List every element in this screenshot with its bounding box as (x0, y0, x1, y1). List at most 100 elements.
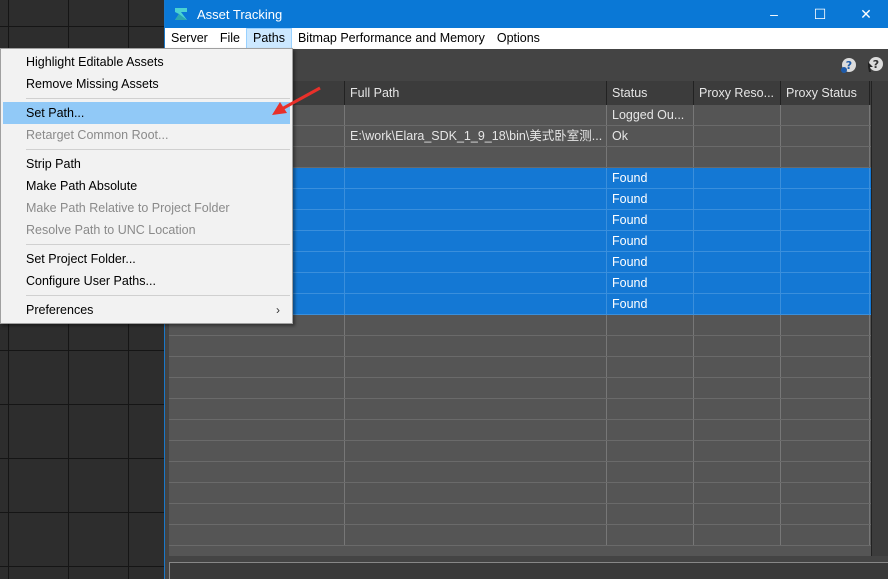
menuitem-label: Make Path Relative to Project Folder (26, 201, 230, 215)
menuitem-label: Configure User Paths... (26, 274, 156, 288)
cell-status: Logged Ou... (607, 105, 694, 125)
cell-proxy-status (781, 189, 870, 209)
empty-cell (781, 336, 870, 356)
menuitem-label: Retarget Common Root... (26, 128, 169, 142)
empty-cell (169, 504, 345, 524)
column-header-proxy-status[interactable]: Proxy Status (781, 81, 870, 105)
cell-proxy-status (781, 273, 870, 293)
help-context-icon[interactable]: ? (866, 56, 884, 74)
empty-cell (781, 504, 870, 524)
cell-proxy-status (781, 168, 870, 188)
cell-proxy-resolution (694, 189, 781, 209)
vertical-scrollbar[interactable] (871, 81, 888, 556)
cell-full-path: E:\work\Elara_SDK_1_9_18\bin\美式卧室测... (345, 126, 607, 146)
cell-status (607, 147, 694, 167)
cell-full-path (345, 252, 607, 272)
table-row-empty[interactable] (169, 399, 888, 420)
empty-cell (345, 357, 607, 377)
menu-file[interactable]: File (214, 28, 246, 49)
menuitem-make-path-absolute[interactable]: Make Path Absolute (3, 175, 290, 197)
minimize-button[interactable]: – (751, 0, 797, 28)
menu-options[interactable]: Options (491, 28, 546, 49)
empty-cell (781, 420, 870, 440)
empty-cell (694, 441, 781, 461)
table-row-empty[interactable] (169, 462, 888, 483)
column-header-full-path[interactable]: Full Path (345, 81, 607, 105)
cell-full-path (345, 147, 607, 167)
empty-cell (781, 525, 870, 545)
menuitem-set-project-folder[interactable]: Set Project Folder... (3, 248, 290, 270)
table-row-empty[interactable] (169, 504, 888, 525)
cell-proxy-resolution (694, 294, 781, 314)
cell-proxy-resolution (694, 147, 781, 167)
empty-cell (694, 462, 781, 482)
empty-cell (607, 399, 694, 419)
cell-status: Found (607, 210, 694, 230)
cell-proxy-status (781, 210, 870, 230)
cell-proxy-status (781, 252, 870, 272)
cell-proxy-resolution (694, 105, 781, 125)
empty-cell (694, 420, 781, 440)
empty-cell (694, 378, 781, 398)
menuitem-configure-user-paths[interactable]: Configure User Paths... (3, 270, 290, 292)
empty-cell (694, 525, 781, 545)
table-row-empty[interactable] (169, 441, 888, 462)
empty-cell (694, 315, 781, 335)
menu-paths[interactable]: Paths (245, 28, 292, 49)
table-row-empty[interactable] (169, 525, 888, 546)
empty-cell (345, 399, 607, 419)
menuitem-label: Highlight Editable Assets (26, 55, 164, 69)
menuitem-highlight-editable-assets[interactable]: Highlight Editable Assets (3, 51, 290, 73)
menuitem-set-path[interactable]: Set Path... (3, 102, 290, 124)
menuitem-resolve-path-unc[interactable]: Resolve Path to UNC Location (3, 219, 290, 241)
cell-full-path (345, 273, 607, 293)
cell-full-path (345, 168, 607, 188)
cell-proxy-status (781, 105, 870, 125)
empty-cell (169, 399, 345, 419)
help-icon[interactable]: ? (840, 56, 858, 74)
empty-cell (345, 336, 607, 356)
empty-cell (169, 378, 345, 398)
maximize-button[interactable]: ☐ (797, 0, 843, 28)
svg-text:?: ? (873, 58, 879, 71)
menuitem-label: Remove Missing Assets (26, 77, 159, 91)
menu-separator (26, 149, 290, 150)
empty-cell (169, 441, 345, 461)
empty-cell (607, 336, 694, 356)
empty-cell (607, 462, 694, 482)
title-bar[interactable]: Asset Tracking – ☐ ✕ (165, 0, 888, 28)
column-header-status[interactable]: Status (607, 81, 694, 105)
table-row-empty[interactable] (169, 420, 888, 441)
cell-proxy-status (781, 147, 870, 167)
empty-cell (781, 399, 870, 419)
empty-cell (345, 504, 607, 524)
menu-bar: Server File Paths Bitmap Performance and… (165, 28, 888, 49)
menu-bitmap-performance[interactable]: Bitmap Performance and Memory (292, 28, 491, 49)
empty-cell (169, 525, 345, 545)
menuitem-remove-missing-assets[interactable]: Remove Missing Assets (3, 73, 290, 95)
empty-cell (607, 525, 694, 545)
menu-separator (26, 244, 290, 245)
column-header-proxy-resolution[interactable]: Proxy Reso... (694, 81, 781, 105)
menuitem-preferences[interactable]: Preferences › (3, 299, 290, 321)
submenu-arrow-icon: › (276, 303, 280, 317)
empty-cell (345, 525, 607, 545)
empty-cell (607, 315, 694, 335)
empty-cell (607, 420, 694, 440)
menuitem-make-path-relative[interactable]: Make Path Relative to Project Folder (3, 197, 290, 219)
empty-cell (781, 462, 870, 482)
menu-server[interactable]: Server (165, 28, 214, 49)
empty-cell (169, 483, 345, 503)
empty-cell (345, 462, 607, 482)
close-button[interactable]: ✕ (843, 0, 888, 28)
menuitem-strip-path[interactable]: Strip Path (3, 153, 290, 175)
table-row-empty[interactable] (169, 336, 888, 357)
cell-proxy-status (781, 231, 870, 251)
table-row-empty[interactable] (169, 483, 888, 504)
cell-proxy-resolution (694, 168, 781, 188)
table-row-empty[interactable] (169, 378, 888, 399)
menuitem-retarget-common-root[interactable]: Retarget Common Root... (3, 124, 290, 146)
empty-cell (607, 378, 694, 398)
table-row-empty[interactable] (169, 357, 888, 378)
menuitem-label: Make Path Absolute (26, 179, 138, 193)
